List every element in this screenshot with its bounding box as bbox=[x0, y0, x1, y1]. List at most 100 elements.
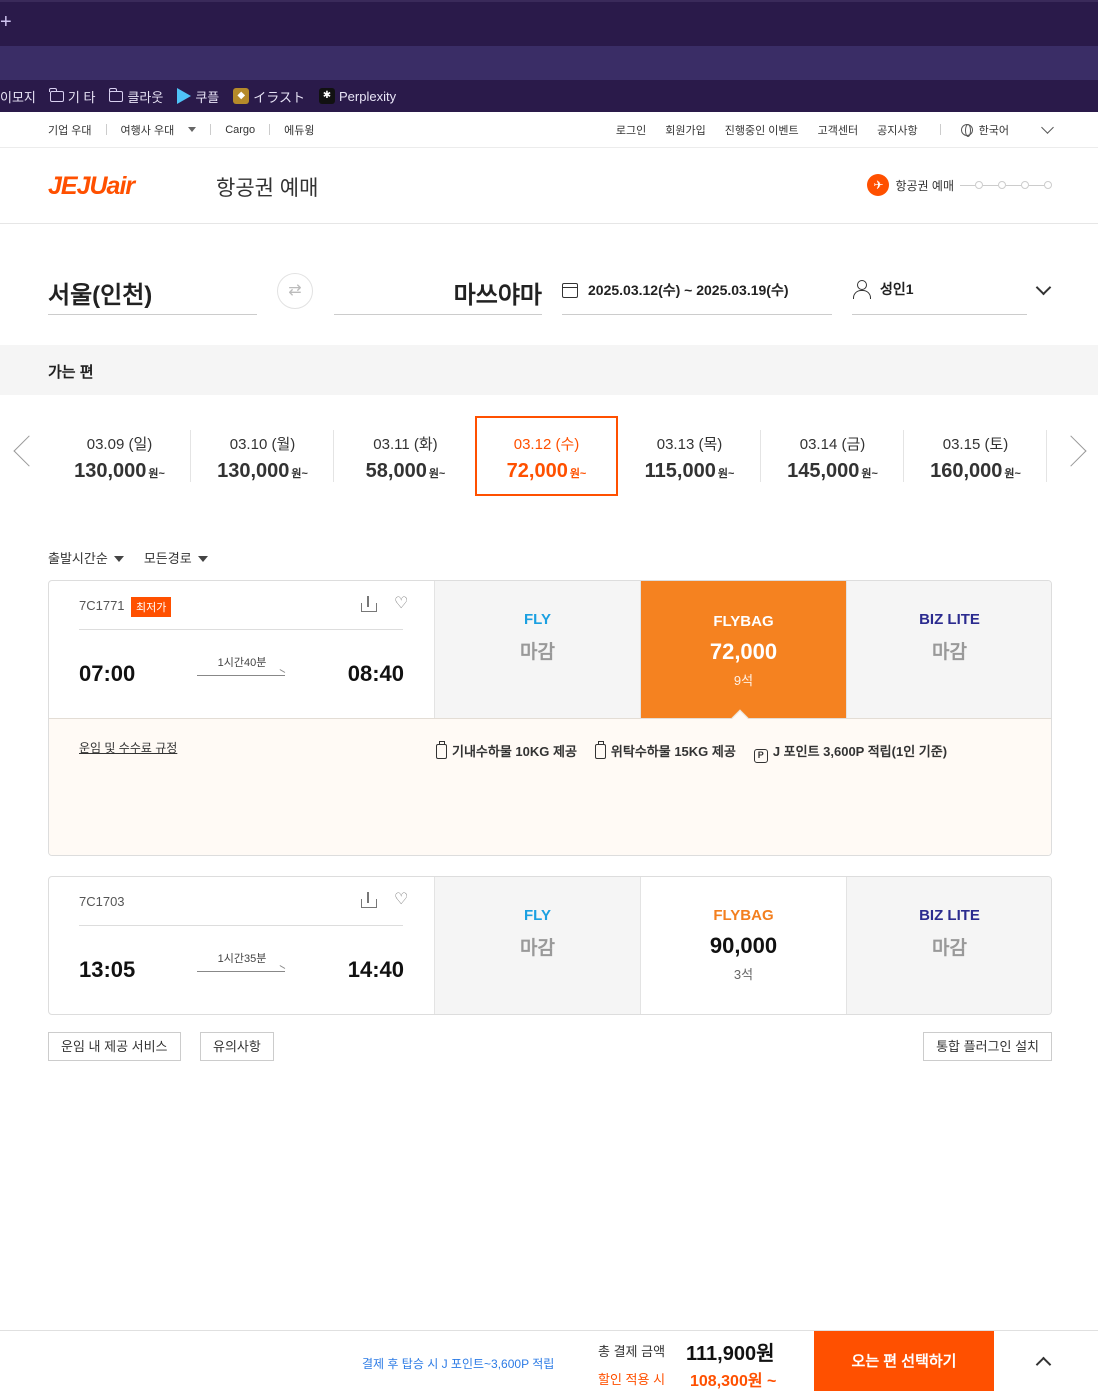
bookmark-cloud[interactable]: 클라웃 bbox=[108, 87, 163, 106]
sort-dropdown[interactable]: 출발시간순 bbox=[48, 548, 124, 567]
duration-arrow bbox=[197, 675, 285, 676]
date-option[interactable]: 03.14 (금) 145,000 원~ bbox=[761, 416, 904, 496]
signup-link[interactable]: 회원가입 bbox=[665, 122, 705, 138]
route-dropdown[interactable]: 모든경로 bbox=[144, 548, 208, 567]
total-amount: 111,900원 bbox=[686, 1343, 775, 1365]
search-bar: 서울(인천) ⇄ 마쓰야마 2025.03.12(수) ~ 2025.03.19… bbox=[0, 270, 1098, 320]
chevron-down-icon[interactable] bbox=[1035, 279, 1052, 296]
select-return-button[interactable]: 오는 편 선택하기 bbox=[814, 1331, 994, 1391]
bookmark-etc[interactable]: 기 타 bbox=[49, 87, 95, 106]
fare-benefits: 기내수하물 10KG 제공 위탁수하물 15KG 제공 PJ 포인트 3,600… bbox=[436, 741, 947, 763]
divider bbox=[210, 124, 212, 135]
points-benefit: PJ 포인트 3,600P 적립(1인 기준) bbox=[753, 741, 947, 763]
fare-detail-panel: 운임 및 수수료 규정 기내수하물 10KG 제공 위탁수하물 15KG 제공 … bbox=[49, 718, 1051, 855]
bookmarks-bar: 이모지 기 타 클라웃 쿠플 ◆ イラスト ✱ Perplexity bbox=[0, 80, 1098, 112]
sort-filters: 출발시간순 모든경로 bbox=[48, 548, 208, 567]
dropdown-icon bbox=[113, 556, 124, 562]
departure-time: 13:05 bbox=[79, 957, 136, 982]
perplexity-icon: ✱ bbox=[319, 88, 335, 104]
share-icon[interactable] bbox=[361, 596, 377, 612]
new-tab-button[interactable]: + bbox=[0, 12, 12, 32]
booking-steps: ✈ 항공권 예매 bbox=[867, 174, 1052, 196]
fare-rules-link[interactable]: 운임 및 수수료 규정 bbox=[79, 739, 177, 756]
globe-icon bbox=[960, 123, 973, 137]
arrival-time: 14:40 bbox=[347, 957, 404, 982]
date-option[interactable]: 03.15 (토) 160,000 원~ bbox=[904, 416, 1047, 496]
fare-biz-lite: BIZ LITE 마감 bbox=[846, 877, 1051, 1014]
airplane-icon: ✈ bbox=[867, 174, 890, 196]
divider bbox=[105, 124, 107, 135]
travel-agency-link[interactable]: 여행사 우대 bbox=[121, 122, 175, 138]
lowest-price-badge: 최저가 bbox=[131, 597, 172, 617]
utility-nav: 기업 우대 여행사 우대 Cargo 에듀윙 로그인 회원가입 진행중인 이벤트… bbox=[0, 112, 1098, 148]
eduwing-link[interactable]: 에듀윙 bbox=[284, 122, 314, 138]
swap-route-button[interactable]: ⇄ bbox=[277, 273, 313, 309]
flight-number: 7C1771 bbox=[79, 598, 125, 613]
bookmark-illust[interactable]: ◆ イラスト bbox=[233, 87, 305, 106]
jejuair-logo[interactable]: JEJUair bbox=[48, 172, 135, 201]
play-icon bbox=[177, 88, 192, 104]
date-option[interactable]: 03.13 (목) 115,000 원~ bbox=[618, 416, 761, 496]
divider bbox=[269, 124, 271, 135]
fare-flybag[interactable]: FLYBAG 90,000 3석 bbox=[640, 877, 846, 1014]
heart-icon[interactable]: ♡ bbox=[394, 596, 408, 612]
customer-center-link[interactable]: 고객센터 bbox=[818, 122, 858, 138]
plugin-install-button[interactable]: 통합 플러그인 설치 bbox=[923, 1032, 1052, 1061]
bookmark-perplexity[interactable]: ✱ Perplexity bbox=[319, 88, 396, 104]
corporate-link[interactable]: 기업 우대 bbox=[48, 122, 92, 138]
passenger-field[interactable]: 성인1 bbox=[852, 270, 1027, 315]
swap-icon: ⇄ bbox=[288, 282, 302, 299]
origin-field[interactable]: 서울(인천) bbox=[48, 270, 257, 315]
notice-button[interactable]: 유의사항 bbox=[200, 1032, 274, 1061]
date-field[interactable]: 2025.03.12(수) ~ 2025.03.19(수) bbox=[562, 270, 832, 315]
date-option[interactable]: 03.11 (화) 58,000 원~ bbox=[334, 416, 477, 496]
fare-fly: FLY 마감 bbox=[434, 877, 640, 1014]
chevron-right-icon[interactable] bbox=[1055, 435, 1087, 467]
date-option[interactable]: 03.10 (월) 130,000 원~ bbox=[191, 416, 334, 496]
step-progress bbox=[960, 181, 1052, 189]
cargo-link[interactable]: Cargo bbox=[225, 124, 255, 136]
destination-field[interactable]: 마쓰야마 bbox=[334, 270, 542, 315]
chevron-up-icon[interactable] bbox=[1035, 1356, 1052, 1373]
calendar-icon bbox=[562, 282, 578, 298]
discount-amount: 108,300원 ~ bbox=[690, 1373, 777, 1390]
arrival-time: 08:40 bbox=[347, 661, 404, 686]
chevron-down-icon[interactable] bbox=[1041, 121, 1054, 134]
bookmark-emoji[interactable]: 이모지 bbox=[0, 87, 36, 106]
luggage-icon bbox=[594, 741, 606, 759]
fare-flybag-selected[interactable]: FLYBAG 72,000 9석 bbox=[640, 581, 846, 718]
person-icon bbox=[852, 280, 871, 299]
dropdown-icon[interactable] bbox=[188, 127, 197, 132]
share-icon[interactable] bbox=[361, 892, 377, 908]
heart-icon[interactable]: ♡ bbox=[394, 892, 408, 908]
browser-address-bar bbox=[0, 46, 1098, 80]
flight-card: 7C1703 ♡ 13:05 1시간35분 14:40 FLY 마감 FLYBA… bbox=[48, 876, 1052, 1015]
date-carousel: 03.09 (일) 130,000 원~ 03.10 (월) 130,000 원~ … bbox=[48, 416, 1052, 496]
browser-tab-strip: + bbox=[0, 0, 1098, 46]
folder-icon bbox=[49, 87, 64, 102]
divider bbox=[79, 629, 403, 630]
chevron-left-icon[interactable] bbox=[13, 435, 45, 467]
section-title: 가는 편 bbox=[48, 364, 94, 381]
bookmark-coupang-play[interactable]: 쿠플 bbox=[177, 87, 219, 106]
date-option-selected[interactable]: 03.12 (수) 72,000 원~ bbox=[475, 416, 618, 496]
luggage-icon bbox=[436, 741, 447, 759]
date-option[interactable]: 03.09 (일) 130,000 원~ bbox=[48, 416, 191, 496]
flight-card: 7C1771 최저가 ♡ 07:00 1시간40분 08:40 FLY 마감 F… bbox=[48, 580, 1052, 856]
fare-biz-lite: BIZ LITE 마감 bbox=[846, 581, 1051, 718]
checked-bag-benefit: 위탁수하물 15KG 제공 bbox=[594, 741, 736, 763]
flight-number: 7C1703 bbox=[79, 894, 125, 909]
notice-link[interactable]: 공지사항 bbox=[877, 122, 917, 138]
dropdown-icon bbox=[197, 556, 208, 562]
login-link[interactable]: 로그인 bbox=[616, 122, 646, 138]
page-title: 항공권 예매 bbox=[216, 177, 319, 200]
payment-summary-bar: 결제 후 탑승 시 J 포인트~3,600P 적립 총 결제 금액 111,90… bbox=[0, 1330, 1098, 1391]
discount-label: 할인 적용 시 bbox=[598, 1372, 666, 1387]
fare-services-button[interactable]: 운임 내 제공 서비스 bbox=[48, 1032, 181, 1061]
language-selector[interactable]: 한국어 bbox=[960, 122, 1009, 138]
duration-arrow bbox=[197, 971, 285, 972]
flight-duration: 1시간35분 bbox=[217, 953, 267, 965]
events-link[interactable]: 진행중인 이벤트 bbox=[725, 122, 799, 138]
flight-info: 7C1771 최저가 ♡ 07:00 1시간40분 08:40 bbox=[49, 581, 434, 718]
points-note: 결제 후 탑승 시 J 포인트~3,600P 적립 bbox=[362, 1357, 555, 1371]
